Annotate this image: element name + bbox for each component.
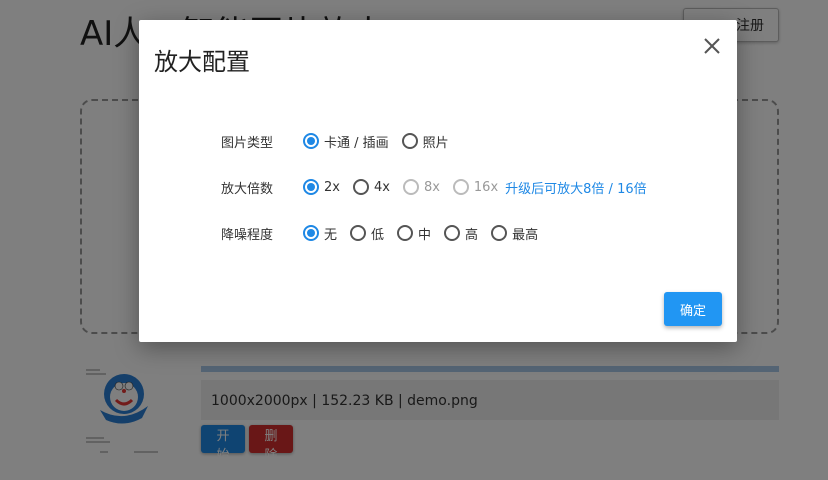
close-button[interactable] bbox=[701, 35, 723, 57]
dialog-title: 放大配置 bbox=[154, 48, 250, 76]
scale-option-2x[interactable]: 2x bbox=[303, 179, 340, 195]
denoise-option-low[interactable]: 低 bbox=[350, 224, 384, 243]
upgrade-note: 升级后可放大8倍 / 16倍 bbox=[505, 181, 647, 197]
scale-option-4x[interactable]: 4x bbox=[352, 179, 390, 195]
denoise-label: 降噪程度 bbox=[221, 227, 274, 243]
radio-icon[interactable] bbox=[352, 179, 369, 195]
radio-icon[interactable] bbox=[444, 225, 461, 241]
radio-icon bbox=[452, 179, 469, 195]
radio-icon[interactable] bbox=[491, 225, 508, 241]
scale-label: 放大倍数 bbox=[221, 181, 274, 197]
radio-icon[interactable] bbox=[397, 225, 414, 241]
radio-icon[interactable] bbox=[401, 133, 418, 149]
denoise-option-none[interactable]: 无 bbox=[303, 224, 337, 243]
scale-option-16x: 16x bbox=[452, 179, 498, 195]
denoise-option-high[interactable]: 高 bbox=[444, 224, 478, 243]
radio-icon bbox=[402, 179, 419, 195]
denoise-option-highest[interactable]: 最高 bbox=[491, 224, 538, 243]
denoise-row: 降噪程度 无 低 中 高 最高 bbox=[221, 221, 551, 245]
image-type-label: 图片类型 bbox=[221, 135, 274, 151]
scale-row: 放大倍数 2x 4x 8x 16x 升级后可放大8倍 / 16倍 bbox=[221, 175, 647, 199]
image-type-option-cartoon[interactable]: 卡通 / 插画 bbox=[303, 132, 389, 151]
radio-icon[interactable] bbox=[303, 133, 319, 149]
denoise-option-medium[interactable]: 中 bbox=[397, 224, 431, 243]
close-icon bbox=[704, 38, 720, 54]
radio-icon[interactable] bbox=[303, 225, 319, 241]
radio-icon[interactable] bbox=[350, 225, 367, 241]
confirm-button[interactable]: 确定 bbox=[664, 292, 722, 326]
scale-option-8x: 8x bbox=[402, 179, 440, 195]
upscale-config-dialog: 放大配置 图片类型 卡通 / 插画 照片 放大倍数 2x 4x 8x 16x 升… bbox=[139, 20, 737, 342]
radio-icon[interactable] bbox=[303, 179, 319, 195]
image-type-option-photo[interactable]: 照片 bbox=[401, 132, 449, 151]
image-type-row: 图片类型 卡通 / 插画 照片 bbox=[221, 129, 462, 153]
